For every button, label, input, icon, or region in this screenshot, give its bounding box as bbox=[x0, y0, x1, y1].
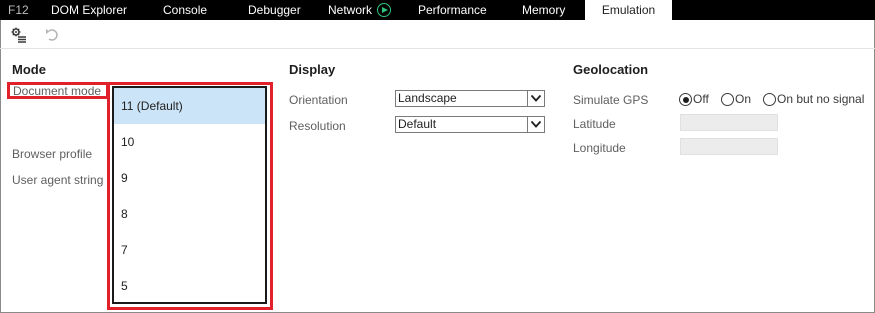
longitude-label: Longitude bbox=[573, 141, 626, 155]
tab-memory[interactable]: Memory bbox=[522, 0, 565, 20]
display-section-title: Display bbox=[289, 62, 336, 77]
document-mode-label: Document mode bbox=[13, 84, 102, 98]
gps-on-radio[interactable] bbox=[721, 93, 734, 106]
resolution-select[interactable]: Default bbox=[395, 116, 545, 133]
play-icon[interactable] bbox=[377, 3, 392, 17]
orientation-value: Landscape bbox=[398, 91, 457, 105]
document-mode-option[interactable]: 11 (Default) bbox=[114, 88, 265, 124]
tab-f12: F12 bbox=[8, 3, 29, 17]
resolution-label: Resolution bbox=[289, 119, 346, 133]
orientation-label: Orientation bbox=[289, 93, 348, 107]
tab-network-label: Network bbox=[328, 3, 373, 17]
emulation-toolbar bbox=[0, 20, 875, 49]
tab-network[interactable]: Network bbox=[328, 0, 392, 20]
gps-off-label[interactable]: Off bbox=[693, 92, 709, 106]
settings-list-icon[interactable] bbox=[10, 26, 28, 44]
document-mode-dropdown[interactable]: 11 (Default) 10 9 8 7 5 bbox=[112, 86, 267, 304]
document-mode-option[interactable]: 5 bbox=[114, 268, 265, 304]
gps-off-radio[interactable] bbox=[679, 93, 692, 106]
chevron-down-icon[interactable] bbox=[527, 117, 544, 132]
tab-console[interactable]: Console bbox=[163, 0, 207, 20]
tab-debugger[interactable]: Debugger bbox=[248, 0, 301, 20]
latitude-input[interactable] bbox=[680, 114, 778, 131]
document-mode-option[interactable]: 7 bbox=[114, 232, 265, 268]
gps-on-label[interactable]: On bbox=[735, 92, 751, 106]
chevron-down-icon[interactable] bbox=[527, 91, 544, 106]
gps-no-signal-label[interactable]: On but no signal bbox=[777, 92, 864, 106]
longitude-input[interactable] bbox=[680, 138, 778, 155]
user-agent-string-label: User agent string bbox=[12, 173, 104, 187]
mode-section-title: Mode bbox=[12, 62, 46, 77]
latitude-label: Latitude bbox=[573, 117, 616, 131]
resolution-value: Default bbox=[398, 117, 437, 131]
document-mode-option[interactable]: 9 bbox=[114, 160, 265, 196]
browser-profile-label: Browser profile bbox=[12, 147, 93, 161]
geolocation-section-title: Geolocation bbox=[573, 62, 649, 77]
undo-icon[interactable] bbox=[44, 26, 62, 44]
devtools-tab-bar: F12 DOM Explorer Console Debugger Networ… bbox=[0, 0, 875, 20]
tab-performance[interactable]: Performance bbox=[418, 0, 487, 20]
simulate-gps-label: Simulate GPS bbox=[573, 93, 649, 107]
gps-no-signal-radio[interactable] bbox=[763, 93, 776, 106]
document-mode-option[interactable]: 8 bbox=[114, 196, 265, 232]
orientation-select[interactable]: Landscape bbox=[395, 90, 545, 107]
tab-emulation[interactable]: Emulation bbox=[585, 0, 672, 20]
document-mode-option[interactable]: 10 bbox=[114, 124, 265, 160]
tab-dom-explorer[interactable]: DOM Explorer bbox=[51, 0, 127, 20]
